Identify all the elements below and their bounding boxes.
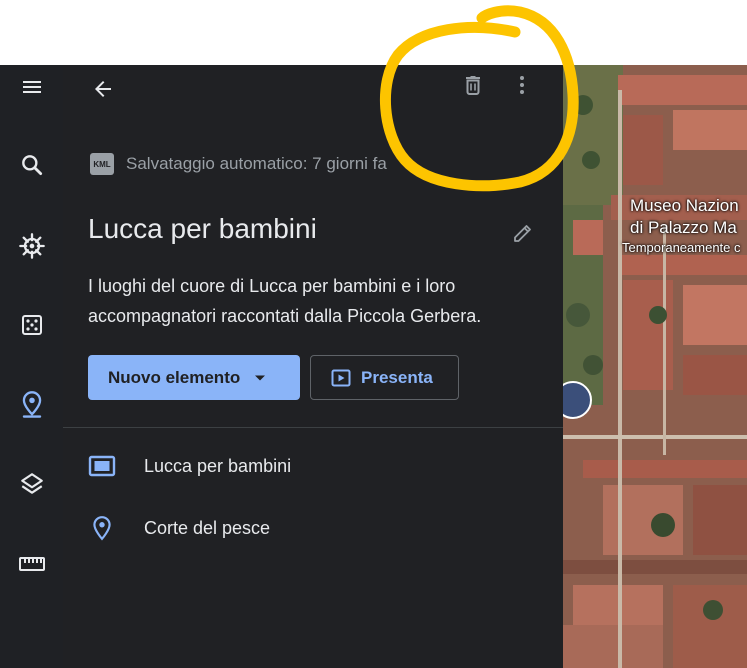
navigation-rail <box>0 65 63 668</box>
map-style-button[interactable] <box>0 462 63 506</box>
satellite-imagery <box>563 65 747 668</box>
trash-icon <box>466 76 480 95</box>
new-item-button[interactable]: Nuovo elemento <box>88 355 300 400</box>
more-options-button[interactable] <box>504 67 540 103</box>
menu-icon <box>22 81 41 93</box>
present-button[interactable]: Presenta <box>310 355 459 400</box>
project-panel: KML Salvataggio automatico: 7 giorni fa … <box>63 65 563 668</box>
list-item-label: Lucca per bambini <box>144 455 292 476</box>
list-item-label: Corte del pesce <box>144 517 271 538</box>
ruler-icon <box>18 557 45 571</box>
ship-wheel-icon <box>18 233 45 259</box>
edit-title-button[interactable] <box>505 215 541 251</box>
map-poi-label: di Palazzo Ma <box>630 218 737 237</box>
satellite-map[interactable]: Museo Nazion di Palazzo Ma Temporaneamen… <box>563 65 747 668</box>
feeling-lucky-button[interactable] <box>0 303 63 347</box>
search-button[interactable] <box>0 143 63 187</box>
pencil-icon <box>514 225 531 242</box>
arrow-back-icon <box>95 81 111 97</box>
kml-file-icon: KML <box>90 153 114 175</box>
back-button[interactable] <box>85 71 121 107</box>
measure-button[interactable] <box>0 542 63 586</box>
projects-button[interactable] <box>0 383 63 427</box>
new-item-label: Nuovo elemento <box>108 367 241 387</box>
top-margin <box>0 0 747 65</box>
project-title: Lucca per bambini <box>88 213 317 244</box>
list-item-slide[interactable]: Lucca per bambini <box>88 455 291 477</box>
map-pin-icon <box>22 391 41 418</box>
present-icon <box>331 369 351 386</box>
map-poi-status: Temporaneamente c <box>622 240 741 255</box>
present-label: Presenta <box>361 367 433 387</box>
voyager-button[interactable] <box>0 224 63 268</box>
autosave-status: KML Salvataggio automatico: 7 giorni fa <box>90 153 387 175</box>
place-icon <box>93 516 111 541</box>
slideshow-icon <box>88 455 116 477</box>
autosave-text: Salvataggio automatico: 7 giorni fa <box>126 154 387 173</box>
menu-button[interactable] <box>0 65 63 109</box>
more-vert-icon <box>520 76 524 94</box>
delete-button[interactable] <box>455 67 491 103</box>
layers-icon <box>20 473 43 494</box>
map-poi-label: Museo Nazion <box>630 196 739 215</box>
list-item-place[interactable]: Corte del pesce <box>88 515 270 541</box>
search-icon <box>21 155 42 176</box>
divider <box>63 427 563 428</box>
dropdown-arrow-icon <box>255 375 266 380</box>
dice-icon <box>21 315 42 335</box>
project-description: I luoghi del cuore di Lucca per bambini … <box>88 276 482 326</box>
